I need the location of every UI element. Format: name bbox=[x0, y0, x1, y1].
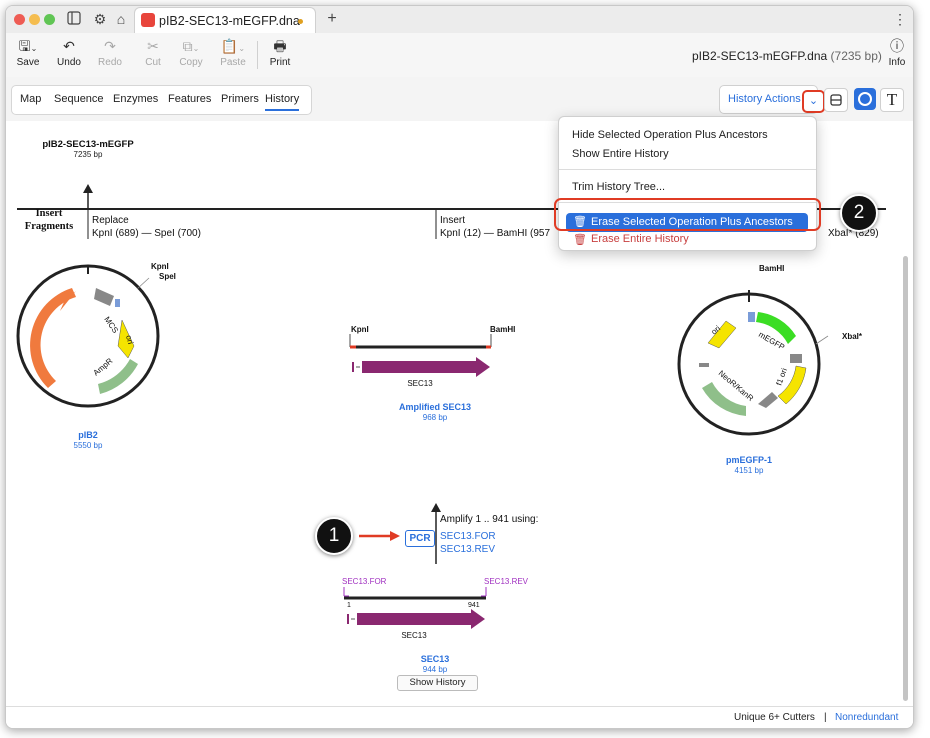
pcr-primer-for[interactable]: SEC13.FOR bbox=[440, 531, 496, 542]
menu-hide-selected-ancestors[interactable]: Hide Selected Operation Plus Ancestors bbox=[572, 129, 768, 141]
amp-site-kpni: KpnI bbox=[351, 325, 369, 334]
egfp-size: 4151 bp bbox=[735, 466, 764, 475]
history-tree: pIB2-SEC13-mEGFP 7235 bp Insert Fragment… bbox=[16, 139, 886, 674]
egfp-name[interactable]: pmEGFP-1 bbox=[726, 455, 772, 465]
menu-separator bbox=[559, 169, 816, 170]
root-size: 7235 bp bbox=[74, 150, 103, 159]
op2-line1: Insert bbox=[440, 215, 465, 226]
nonredundant-toggle[interactable]: Nonredundant bbox=[835, 712, 898, 723]
cutters-filter[interactable]: Unique 6+ Cutters bbox=[734, 712, 815, 723]
highlight-box bbox=[554, 198, 821, 231]
sec13-name[interactable]: SEC13 bbox=[421, 654, 450, 664]
sec13-primer-rev[interactable]: SEC13.REV bbox=[484, 577, 529, 586]
amp-feature-label: SEC13 bbox=[407, 379, 433, 388]
egfp-site-bamhi: BamHI bbox=[759, 264, 784, 273]
status-separator: | bbox=[824, 712, 827, 723]
sec13-pos-start: 1 bbox=[347, 602, 351, 609]
callout-2: 2 bbox=[840, 194, 878, 232]
app-window: ⚙ ⌂ pIB2-SEC13-mEGFP.dna + ⋮ 🖫⌄ Save ↶ U… bbox=[5, 5, 914, 729]
sec13-size: 944 bp bbox=[423, 665, 448, 674]
sec13-pos-end: 941 bbox=[468, 602, 480, 609]
op1-line1: Replace bbox=[92, 215, 129, 226]
amp-size: 968 bp bbox=[423, 413, 448, 422]
op1-title2: Fragments bbox=[25, 221, 73, 232]
pib2-feature-mcs: MCS bbox=[102, 315, 120, 335]
root-arrowhead bbox=[83, 184, 93, 193]
op2-line2: KpnI (12) — BamHI (957 bbox=[440, 228, 550, 239]
trash-icon: 🗑 bbox=[573, 234, 587, 246]
egfp-feature-f1ori: f1 ori bbox=[774, 367, 789, 387]
pcr-line1: Amplify 1 .. 941 using: bbox=[440, 514, 538, 525]
amp-name[interactable]: Amplified SEC13 bbox=[399, 402, 471, 412]
egfp-site-xbai: XbaI* bbox=[842, 332, 863, 341]
sec13-feature-label: SEC13 bbox=[401, 631, 427, 640]
menu-trim-history-tree[interactable]: Trim History Tree... bbox=[572, 181, 665, 193]
pib2-plasmid-map[interactable] bbox=[16, 264, 160, 408]
menu-erase-entire-history[interactable]: Erase Entire History bbox=[591, 233, 689, 245]
pib2-feature-ampr: AmpR bbox=[92, 356, 115, 377]
sec13-primer-for[interactable]: SEC13.FOR bbox=[342, 577, 387, 586]
pmegfp-plasmid-map[interactable] bbox=[677, 290, 829, 436]
op1-line2: KpnI (689) — SpeI (700) bbox=[92, 228, 201, 239]
status-bar: Unique 6+ Cutters | Nonredundant bbox=[6, 706, 913, 728]
pib2-name[interactable]: pIB2 bbox=[78, 430, 98, 440]
callout-1: 1 bbox=[315, 517, 353, 555]
op1-title: Insert bbox=[36, 208, 63, 219]
pib2-size: 5550 bp bbox=[74, 441, 103, 450]
vertical-scrollbar[interactable] bbox=[903, 256, 908, 701]
amp-feature-arrow[interactable] bbox=[362, 357, 490, 377]
show-history-button[interactable]: Show History bbox=[397, 675, 478, 691]
root-name[interactable]: pIB2-SEC13-mEGFP bbox=[42, 139, 134, 150]
pcr-badge[interactable]: PCR bbox=[405, 530, 435, 547]
pib2-site-spei: SpeI bbox=[159, 272, 176, 281]
amp-site-bamhi: BamHI bbox=[490, 325, 515, 334]
pcr-primer-rev[interactable]: SEC13.REV bbox=[440, 544, 495, 555]
sec13-feature-arrow[interactable] bbox=[357, 609, 485, 629]
pib2-site-kpni: KpnI bbox=[151, 262, 169, 271]
menu-show-entire-history[interactable]: Show Entire History bbox=[572, 148, 669, 160]
